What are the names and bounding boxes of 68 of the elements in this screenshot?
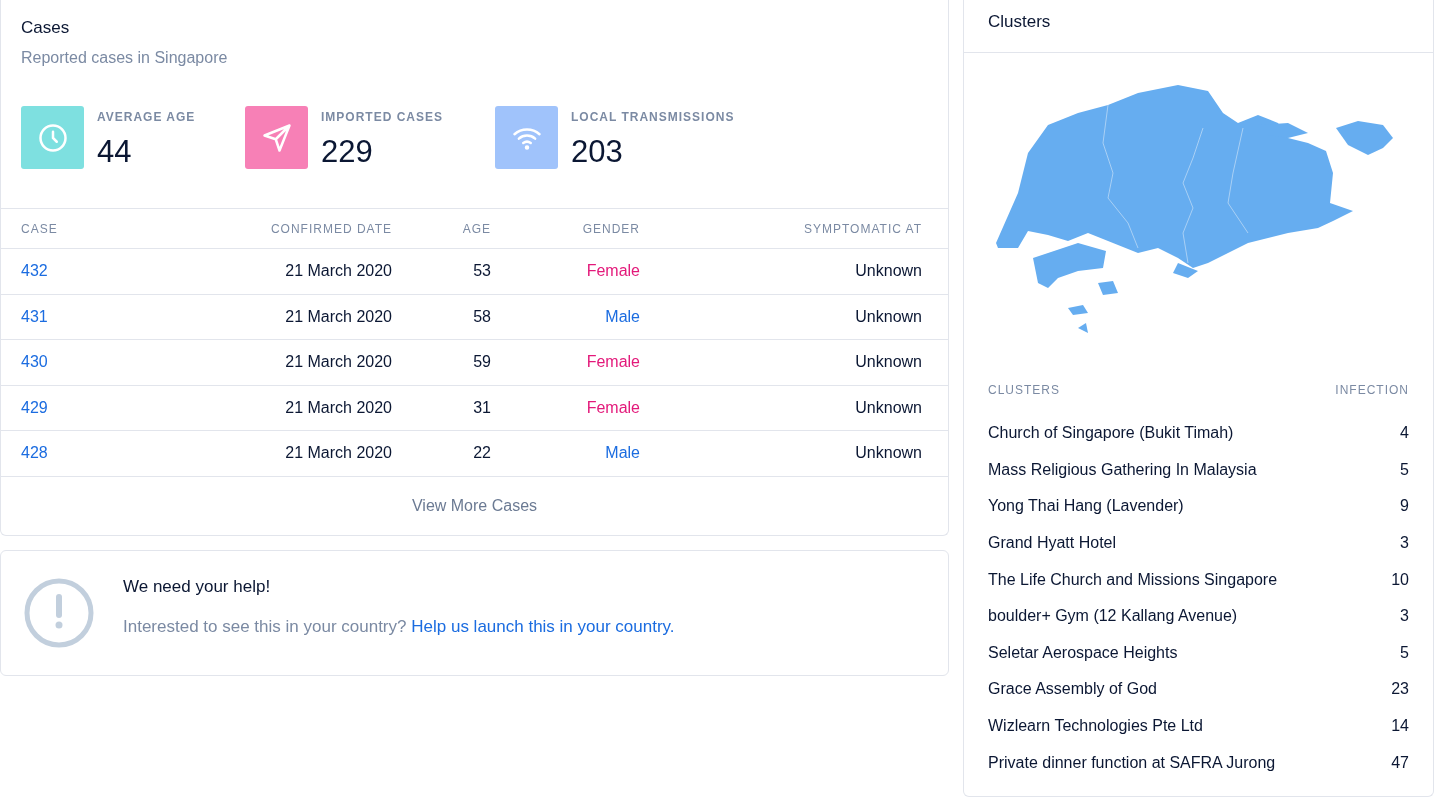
table-cell: Unknown [855, 262, 922, 280]
case-link[interactable]: 429 [21, 398, 48, 416]
infection-count: 23 [1391, 679, 1409, 700]
cluster-name: Wizlearn Technologies Pte Ltd [988, 716, 1203, 737]
stat-label: IMPORTED CASES [321, 109, 443, 126]
cluster-name: Private dinner function at SAFRA Jurong [988, 752, 1276, 773]
cluster-name: Mass Religious Gathering In Malaysia [988, 459, 1257, 480]
table-cell: Female [586, 353, 640, 371]
cluster-name: Church of Singapore (Bukit Timah) [988, 423, 1234, 444]
view-more-link[interactable]: View More Cases [411, 493, 538, 518]
column-header: GENDER [582, 221, 640, 236]
stat-value: 203 [571, 134, 624, 170]
alert-icon [23, 576, 95, 649]
infection-count: 4 [1400, 423, 1409, 444]
table-cell: Male [605, 444, 640, 462]
stat-label: LOCAL TRANSMISSIONS [571, 109, 735, 126]
column-header: CONFIRMED DATE [270, 221, 392, 236]
table-cell: Female [586, 398, 640, 416]
card-subtitle: Reported cases in Singapore [21, 48, 229, 68]
column-header: SYMPTOMATIC AT [804, 221, 922, 236]
stat-value: 44 [97, 134, 133, 170]
stat-label: AVERAGE AGE [97, 109, 196, 126]
clock-icon [37, 122, 68, 153]
table-cell: Female [586, 262, 640, 280]
infection-count: 47 [1391, 752, 1409, 773]
column-header: CASE [21, 221, 58, 236]
case-link[interactable]: 432 [21, 262, 48, 280]
infection-count: 9 [1400, 496, 1409, 517]
infection-count: 3 [1400, 606, 1409, 627]
cluster-name: Grace Assembly of God [988, 679, 1157, 700]
table-cell: 21 March 2020 [285, 307, 392, 325]
send-icon [261, 122, 292, 153]
table-cell: 53 [473, 262, 491, 280]
table-cell: Male [605, 307, 640, 325]
infection-count: 14 [1391, 716, 1409, 737]
table-cell: Unknown [855, 353, 922, 371]
help-title: We need your help! [123, 576, 272, 598]
infection-count: 3 [1400, 533, 1409, 554]
help-text: Interested to see this in your country? [123, 616, 407, 636]
table-cell: Unknown [855, 444, 922, 462]
table-cell: Unknown [855, 307, 922, 325]
table-cell: 21 March 2020 [285, 398, 392, 416]
case-link[interactable]: 428 [21, 444, 48, 462]
table-cell: Unknown [855, 398, 922, 416]
column-header: INFECTION [1335, 382, 1409, 399]
table-cell: 21 March 2020 [285, 262, 392, 280]
table-cell: 58 [473, 307, 491, 325]
help-link[interactable]: Help us launch this in your country. [411, 616, 675, 636]
cluster-name: Yong Thai Hang (Lavender) [988, 496, 1184, 517]
cluster-name: Seletar Aerospace Heights [988, 642, 1178, 663]
table-cell: 21 March 2020 [285, 353, 392, 371]
infection-count: 5 [1400, 459, 1409, 480]
case-link[interactable]: 431 [21, 307, 48, 325]
cluster-name: The Life Church and Missions Singapore [988, 569, 1278, 590]
infection-count: 5 [1400, 642, 1409, 663]
cluster-name: Grand Hyatt Hotel [988, 533, 1117, 554]
card-title: Clusters [988, 11, 1051, 34]
card-title: Cases [21, 17, 71, 39]
table-cell: 21 March 2020 [285, 444, 392, 462]
column-header: CLUSTERS [988, 382, 1060, 399]
cluster-name: boulder+ Gym (12 Kallang Avenue) [988, 606, 1238, 627]
table-cell: 22 [473, 444, 491, 462]
table-cell: 59 [473, 353, 491, 371]
infection-count: 10 [1391, 569, 1409, 590]
stat-value: 229 [321, 134, 374, 170]
case-link[interactable]: 430 [21, 353, 48, 371]
table-cell: 31 [473, 398, 491, 416]
column-header: AGE [462, 221, 491, 236]
